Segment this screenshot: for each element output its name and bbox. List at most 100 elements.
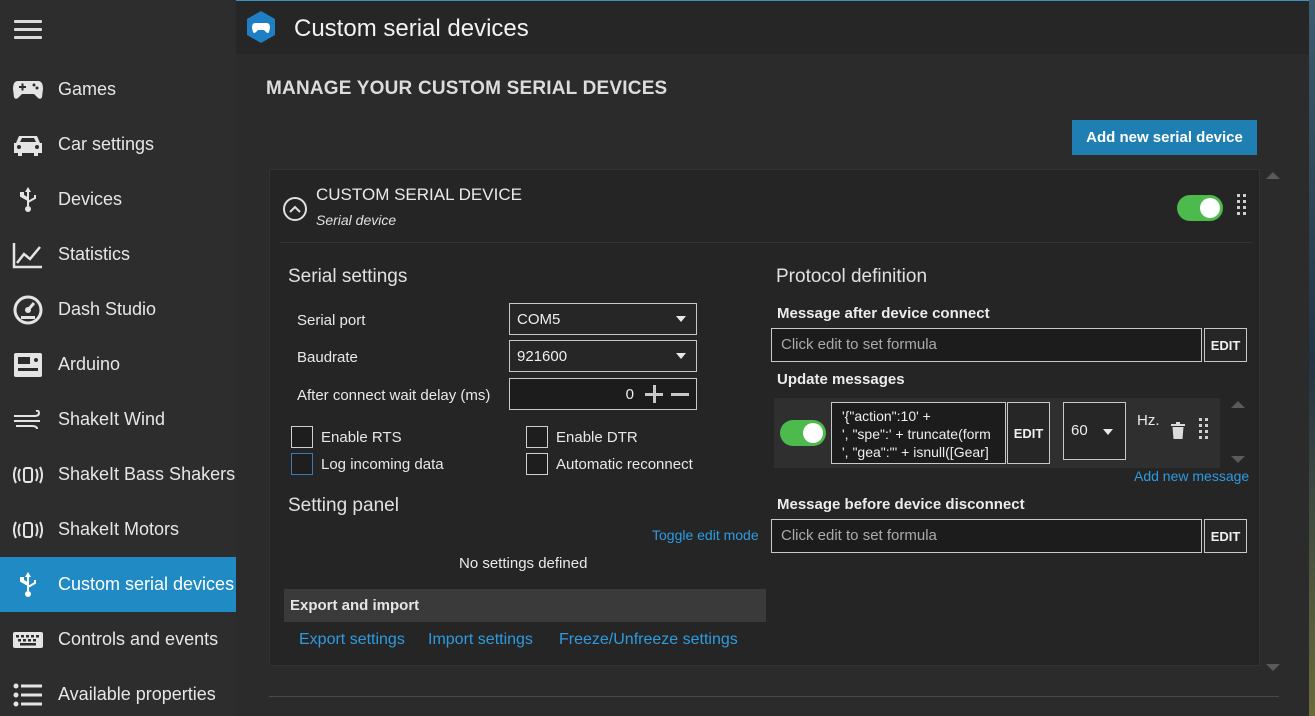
app-logo-icon [246, 10, 276, 44]
sidebar-item-label: Custom serial devices [58, 574, 235, 594]
freeze-settings-link[interactable]: Freeze/Unfreeze settings [559, 631, 738, 649]
sidebar-item-label: Controls and events [58, 629, 219, 649]
before-disconnect-label: Message before device disconnect [777, 496, 1025, 513]
scroll-down-arrow-icon[interactable] [1231, 456, 1245, 463]
enable-rts-checkbox[interactable] [291, 426, 313, 448]
device-enabled-toggle[interactable] [1177, 195, 1223, 221]
drag-handle-icon[interactable] [1199, 418, 1209, 444]
frequency-select[interactable]: 60 [1063, 402, 1126, 460]
wait-delay-stepper[interactable]: 0 [509, 378, 697, 410]
toggle-edit-mode-link[interactable]: Toggle edit mode [652, 527, 759, 543]
export-settings-link[interactable]: Export settings [299, 631, 405, 649]
wait-delay-label: After connect wait delay (ms) [297, 387, 491, 404]
sidebar-item-statistics[interactable]: Statistics [0, 227, 236, 282]
serial-port-label: Serial port [297, 312, 366, 329]
sidebar-item-label: ShakeIt Bass Shakers [58, 464, 236, 484]
sidebar-item-label: Available properties [58, 684, 216, 704]
after-connect-label: Message after device connect [777, 305, 990, 322]
export-import-bar: Export and import [284, 589, 766, 622]
auto-reconnect-checkbox[interactable] [526, 453, 548, 475]
export-import-heading: Export and import [290, 597, 420, 614]
no-settings-text: No settings defined [459, 555, 588, 572]
sidebar-item-controls-and-events[interactable]: Controls and events [0, 612, 236, 667]
vibration-icon [12, 516, 44, 544]
car-icon [12, 131, 44, 159]
enable-rts-label: Enable RTS [321, 429, 402, 446]
chevron-down-icon [676, 316, 686, 322]
minus-icon[interactable] [671, 393, 689, 396]
serial-port-value: COM5 [517, 311, 561, 328]
baudrate-label: Baudrate [297, 349, 358, 366]
before-disconnect-formula-field[interactable]: Click edit to set formula [771, 519, 1202, 553]
update-message-row: '{"action":10' + ', "spe":' + truncate(f… [774, 398, 1245, 468]
sidebar-item-arduino[interactable]: Arduino [0, 337, 236, 392]
vibration-icon [12, 461, 44, 489]
update-message-toggle[interactable] [780, 420, 826, 446]
sidebar-item-custom-serial-devices[interactable]: Custom serial devices [0, 557, 236, 612]
update-messages-label: Update messages [777, 371, 905, 388]
wind-icon [12, 406, 44, 434]
title-bar: Custom serial devices [236, 0, 1315, 54]
frequency-unit: Hz. [1137, 412, 1160, 429]
gamepad-icon [12, 76, 44, 104]
sidebar-item-shakeit-motors[interactable]: ShakeIt Motors [0, 502, 236, 557]
frequency-value: 60 [1071, 422, 1088, 439]
section-title: MANAGE YOUR CUSTOM SERIAL DEVICES [266, 78, 668, 99]
scroll-up-arrow-icon[interactable] [1266, 172, 1280, 179]
collapse-chevron-up-icon[interactable] [283, 197, 307, 221]
wait-delay-value: 0 [625, 386, 634, 403]
after-connect-formula-field[interactable]: Click edit to set formula [771, 328, 1202, 362]
divider [269, 696, 1279, 697]
drag-handle-icon[interactable] [1237, 194, 1247, 220]
sidebar-item-available-properties[interactable]: Available properties [0, 667, 236, 716]
update-message-edit-button[interactable]: EDIT [1007, 402, 1050, 464]
sidebar-item-label: Car settings [58, 134, 155, 154]
divider [280, 242, 1252, 243]
import-settings-link[interactable]: Import settings [428, 631, 533, 649]
sidebar-item-dash-studio[interactable]: Dash Studio [0, 282, 236, 337]
sidebar-item-label: Devices [58, 189, 123, 209]
before-disconnect-edit-button[interactable]: EDIT [1204, 519, 1247, 553]
page-title: Custom serial devices [294, 15, 529, 42]
add-serial-device-button[interactable]: Add new serial device [1072, 120, 1257, 155]
serial-port-select[interactable]: COM5 [509, 303, 697, 335]
scroll-up-arrow-icon[interactable] [1231, 401, 1245, 408]
baudrate-select[interactable]: 921600 [509, 340, 697, 372]
enable-dtr-checkbox[interactable] [526, 426, 548, 448]
serial-settings-heading: Serial settings [288, 266, 408, 287]
after-connect-edit-button[interactable]: EDIT [1204, 328, 1247, 362]
gauge-icon [12, 295, 44, 324]
sidebar-item-games[interactable]: Games [0, 62, 236, 117]
auto-reconnect-label: Automatic reconnect [556, 456, 693, 473]
list-icon [12, 681, 44, 709]
sidebar-item-devices[interactable]: Devices [0, 172, 236, 227]
hamburger-menu-icon[interactable] [14, 20, 42, 40]
update-message-code[interactable]: '{"action":10' + ', "spe":' + truncate(f… [831, 402, 1006, 464]
sidebar-item-label: ShakeIt Wind [58, 409, 166, 429]
sidebar-item-label: Statistics [58, 244, 131, 264]
sidebar-item-shakeit-wind[interactable]: ShakeIt Wind [0, 392, 236, 447]
device-subtitle: Serial device [316, 212, 397, 228]
sidebar-item-shakeit-bass-shakers[interactable]: ShakeIt Bass Shakers [0, 447, 236, 502]
log-incoming-checkbox[interactable] [291, 453, 313, 475]
usb-icon [12, 571, 44, 599]
chart-line-icon [12, 241, 44, 269]
log-incoming-label: Log incoming data [321, 456, 444, 473]
scroll-down-arrow-icon[interactable] [1266, 664, 1280, 671]
protocol-heading: Protocol definition [776, 266, 928, 287]
sidebar-item-label: Games [58, 79, 117, 99]
sidebar: Games Car settings Devices Statistics Da… [0, 0, 236, 716]
chevron-down-icon [1103, 429, 1113, 435]
add-new-message-link[interactable]: Add new message [1134, 468, 1249, 484]
sidebar-item-label: ShakeIt Motors [58, 519, 180, 539]
delete-trash-icon[interactable] [1171, 422, 1185, 440]
keyboard-icon [12, 626, 44, 654]
sidebar-item-car-settings[interactable]: Car settings [0, 117, 236, 172]
sidebar-item-label: Arduino [58, 354, 121, 374]
baudrate-value: 921600 [517, 348, 568, 365]
usb-icon [12, 186, 44, 214]
setting-panel-heading: Setting panel [288, 495, 399, 516]
main-content: MANAGE YOUR CUSTOM SERIAL DEVICES Add ne… [236, 54, 1309, 716]
plus-icon[interactable] [645, 385, 663, 403]
enable-dtr-label: Enable DTR [556, 429, 638, 446]
